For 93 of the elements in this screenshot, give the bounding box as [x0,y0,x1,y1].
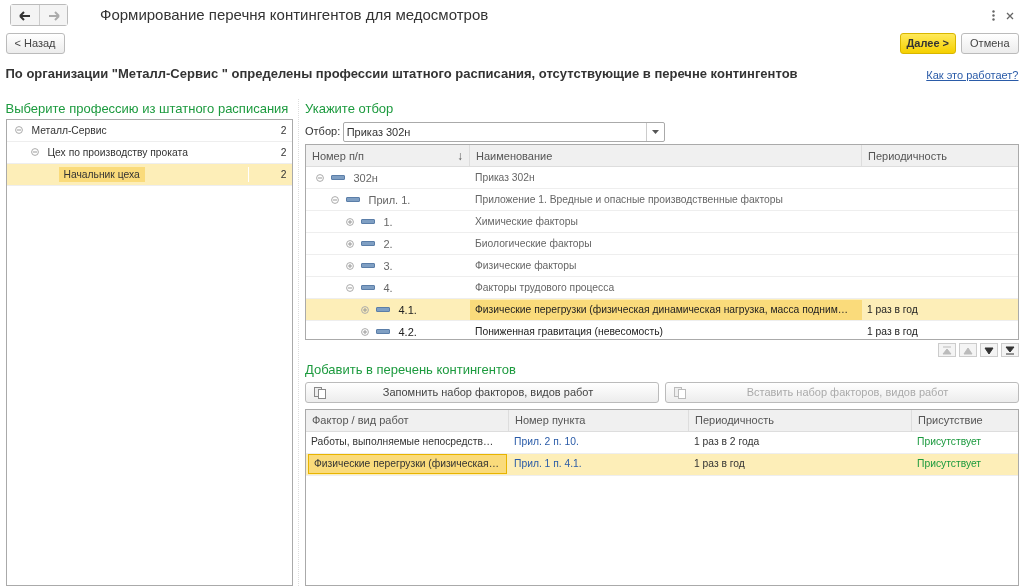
table-cell-text: 1 раз в год [693,457,746,471]
right-arrow-icon [47,10,60,21]
tree-row[interactable]: Цех по производству проката 2 [6,141,292,164]
column-header[interactable]: Периодичность [689,409,912,431]
item-icon [360,219,375,225]
table-row[interactable]: Работы, выполняемые непосредств… Прил. 2 п. 10. 1 раз в 2 года Присутствует [306,431,1018,454]
tree-item-label: Начальник цеха [58,166,145,182]
copy-icon [314,384,326,401]
tree-row[interactable]: Начальник цеха 2 [6,163,292,186]
down-arrow-button[interactable] [979,343,998,357]
expand-icon[interactable] [361,305,369,314]
table-cell-text: 4.2. [398,324,417,340]
sort-arrow: ↓ [457,147,463,165]
item-icon [375,307,390,313]
section-title: Добавить в перечень контингентов [305,360,517,379]
up-arrow-icon [963,345,973,355]
column-header[interactable]: Наименование [470,145,862,167]
tree-row[interactable]: Металл-Сервис 2 [6,119,292,142]
tree-item-label: Цех по производству проката [46,145,189,160]
expand-icon[interactable] [361,327,369,336]
window-title: Формирование перечня контингентов для медосмотров [100,4,489,25]
collapse-icon[interactable] [346,283,354,292]
collapse-icon[interactable] [30,148,39,157]
table-cell: Физические перегрузки (физическая динамическая нагрузка, масса подним… [470,299,862,320]
expand-icon[interactable] [346,261,354,270]
column-header[interactable]: Присутствие [912,409,1018,431]
table-row[interactable]: Прил. 1. Приложение 1. Вредные и опасные производственные факторы [306,189,1018,212]
last-page-button[interactable] [1000,343,1019,357]
back-button[interactable]: < Назад [5,32,65,54]
table-cell-text: Физические факторы [474,258,578,273]
count-text: 2 [247,166,292,182]
item-icon [330,175,345,181]
item-link[interactable]: Прил. 1 п. 4.1. [509,455,689,473]
left-arrow-icon [19,10,31,21]
collapse-icon[interactable] [316,173,324,182]
table-cell-text: Химические факторы [474,214,579,229]
help-link[interactable]: Как это работает? [926,66,1019,84]
last-page-icon [1004,345,1015,355]
table-row[interactable]: 3. Физические факторы [306,255,1018,278]
table-row[interactable]: 4.1. Физические перегрузки (физическая динамическая нагрузка, масса подним… 1 раз в год [306,299,1018,322]
table-cell-text: 2. [383,236,393,252]
column-header[interactable]: Фактор / вид работ [306,409,509,431]
expand-icon[interactable] [346,239,354,248]
first-page-icon [942,345,953,355]
cancel-button[interactable]: Отмена [961,32,1019,54]
tree-item-label: Металл-Сервис [30,123,108,138]
table-cell: Физические перегрузки (физическая… [308,454,507,474]
table-cell-text: Приказ 302н [474,170,536,185]
table-cell-text: Пониженная гравитация (невесомость) [474,324,664,339]
table-cell-text: Факторы трудового процесса [474,280,616,295]
item-link[interactable]: Прил. 2 п. 10. [509,433,689,451]
table-cell-text: Прил. 1. [368,192,411,208]
table-row[interactable]: 1. Химические факторы [306,211,1018,234]
section-title: Укажите отбор [305,100,395,119]
table-cell-text: Биологические факторы [474,236,593,251]
down-arrow-icon [983,345,994,355]
table-cell-text: Работы, выполняемые непосредств… [310,435,495,449]
heading-text: По организации "Металл-Сервис " определены профессии штатного расписания, отсутствующие в перечне контингентов [5,64,798,83]
filter-label: Отбор: [305,124,341,140]
table-row[interactable]: 302н Приказ 302н [306,167,1018,190]
column-header[interactable]: Номер п/п ↓ [306,145,470,167]
table-cell-text: Присутствует [916,457,983,471]
back-arrow-button[interactable] [11,5,39,25]
table-cell-text: 1 раз в год [866,325,919,340]
filter-select[interactable]: Приказ 302н [342,121,665,142]
toolbar-button[interactable]: Запомнить набор факторов, видов работ [305,382,659,403]
table-row[interactable]: 2. Биологические факторы [306,233,1018,256]
table-cell-text: 4. [383,280,393,296]
table-cell-text: 1 раз в 2 года [693,435,761,449]
column-header[interactable]: Периодичность [862,145,1018,167]
table-row[interactable]: Физические перегрузки (физическая… Прил. 1 п. 4.1. 1 раз в год Присутствует [306,453,1018,476]
table-cell-text: 1. [383,214,393,230]
table-cell-text: 302н [353,170,378,186]
item-icon [345,197,360,203]
item-icon [360,263,375,269]
column-header[interactable]: Номер пункта [509,409,689,431]
item-icon [360,285,375,291]
expand-icon[interactable] [346,217,354,226]
section-title: Выберите профессию из штатного расписания [5,100,290,119]
table-cell-text: 3. [383,258,393,274]
count-text: 2 [279,145,288,160]
table-cell-text: 4.1. [398,302,417,318]
collapse-icon[interactable] [331,195,339,204]
table-cell-text: 1 раз в год [866,303,919,318]
next-button[interactable]: Далее > [900,32,956,54]
count-text: 2 [279,123,288,138]
paste-icon [673,384,686,401]
table-cell-text: Присутствует [916,435,983,449]
first-page-button[interactable] [938,343,957,357]
collapse-icon[interactable] [14,126,23,135]
table-cell-text: Приложение 1. Вредные и опасные производственные факторы [474,192,784,207]
item-icon [360,241,375,247]
item-icon [375,329,390,335]
